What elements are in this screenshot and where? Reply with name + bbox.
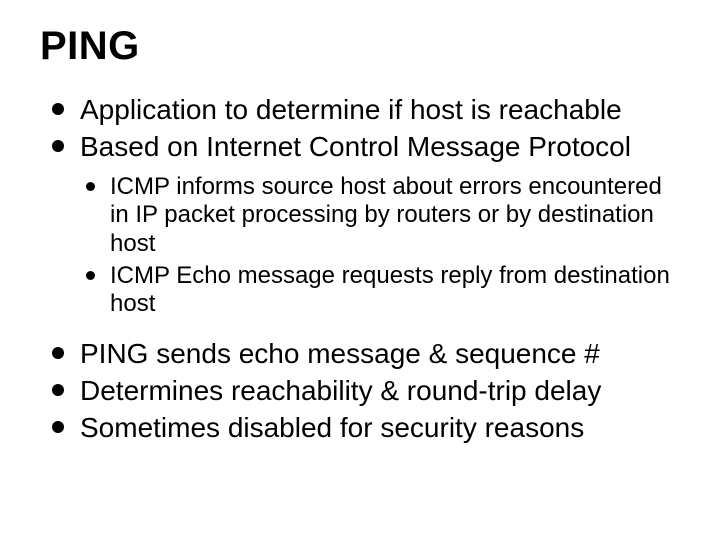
bullet-list-bottom: PING sends echo message & sequence # Det… [46,337,680,444]
bullet-list-sub: ICMP informs source host about errors en… [82,173,680,319]
list-item: Application to determine if host is reac… [46,93,680,126]
list-item: Determines reachability & round-trip del… [46,374,680,407]
list-item: ICMP informs source host about errors en… [82,173,680,258]
slide-title: PING [40,24,680,69]
slide: PING Application to determine if host is… [0,0,720,540]
bullet-list-top: Application to determine if host is reac… [46,93,680,163]
list-item: ICMP Echo message requests reply from de… [82,262,680,319]
list-item: Based on Internet Control Message Protoc… [46,130,680,163]
list-item: PING sends echo message & sequence # [46,337,680,370]
list-item: Sometimes disabled for security reasons [46,411,680,444]
